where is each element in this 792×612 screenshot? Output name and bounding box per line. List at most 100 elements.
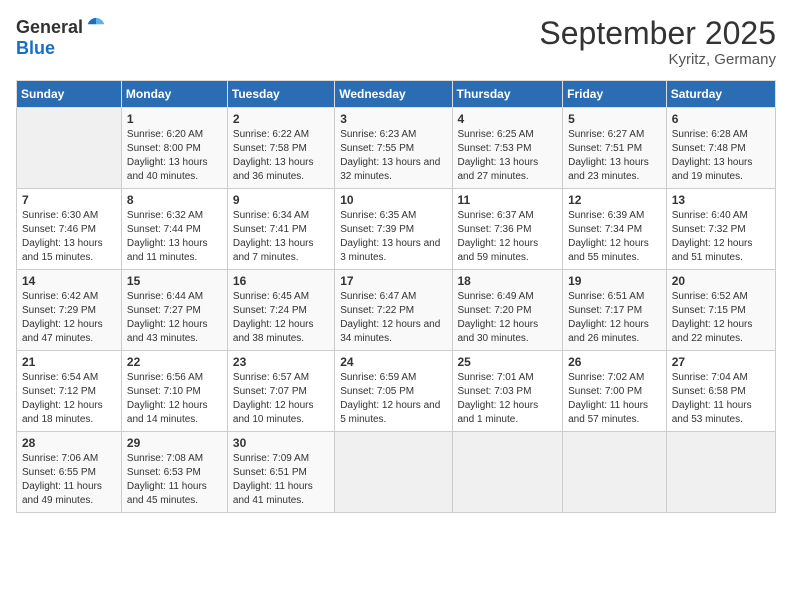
calendar-header-row: SundayMondayTuesdayWednesdayThursdayFrid… — [17, 81, 776, 108]
daylight-text: Daylight: 13 hours and 36 minutes. — [233, 156, 329, 184]
sunset-text: Sunset: 7:20 PM — [458, 304, 558, 318]
daylight-text: Daylight: 13 hours and 23 minutes. — [568, 156, 661, 184]
cell-content: Sunrise: 6:51 AM Sunset: 7:17 PM Dayligh… — [568, 290, 661, 346]
calendar-cell: 21 Sunrise: 6:54 AM Sunset: 7:12 PM Dayl… — [17, 351, 122, 432]
cell-content: Sunrise: 7:09 AM Sunset: 6:51 PM Dayligh… — [233, 452, 329, 508]
calendar-cell: 7 Sunrise: 6:30 AM Sunset: 7:46 PM Dayli… — [17, 189, 122, 270]
sunrise-text: Sunrise: 6:56 AM — [127, 371, 222, 385]
sunrise-text: Sunrise: 7:09 AM — [233, 452, 329, 466]
sunset-text: Sunset: 7:58 PM — [233, 142, 329, 156]
day-number: 19 — [568, 274, 661, 288]
calendar-week-row: 21 Sunrise: 6:54 AM Sunset: 7:12 PM Dayl… — [17, 351, 776, 432]
daylight-text: Daylight: 13 hours and 40 minutes. — [127, 156, 222, 184]
sunrise-text: Sunrise: 6:37 AM — [458, 209, 558, 223]
sunset-text: Sunset: 7:29 PM — [22, 304, 116, 318]
sunset-text: Sunset: 7:15 PM — [672, 304, 770, 318]
sunset-text: Sunset: 7:46 PM — [22, 223, 116, 237]
column-header-sunday: Sunday — [17, 81, 122, 108]
cell-content: Sunrise: 6:54 AM Sunset: 7:12 PM Dayligh… — [22, 371, 116, 427]
day-number: 6 — [672, 112, 770, 126]
day-number: 17 — [340, 274, 446, 288]
cell-content: Sunrise: 6:42 AM Sunset: 7:29 PM Dayligh… — [22, 290, 116, 346]
day-number: 4 — [458, 112, 558, 126]
calendar-cell: 23 Sunrise: 6:57 AM Sunset: 7:07 PM Dayl… — [227, 351, 334, 432]
daylight-text: Daylight: 12 hours and 26 minutes. — [568, 318, 661, 346]
logo-icon — [85, 16, 107, 38]
daylight-text: Daylight: 12 hours and 55 minutes. — [568, 237, 661, 265]
daylight-text: Daylight: 12 hours and 18 minutes. — [22, 399, 116, 427]
cell-content: Sunrise: 6:56 AM Sunset: 7:10 PM Dayligh… — [127, 371, 222, 427]
sunrise-text: Sunrise: 7:02 AM — [568, 371, 661, 385]
sunrise-text: Sunrise: 6:44 AM — [127, 290, 222, 304]
calendar-cell: 30 Sunrise: 7:09 AM Sunset: 6:51 PM Dayl… — [227, 432, 334, 513]
calendar-cell: 2 Sunrise: 6:22 AM Sunset: 7:58 PM Dayli… — [227, 108, 334, 189]
cell-content: Sunrise: 7:08 AM Sunset: 6:53 PM Dayligh… — [127, 452, 222, 508]
cell-content: Sunrise: 6:28 AM Sunset: 7:48 PM Dayligh… — [672, 128, 770, 184]
sunrise-text: Sunrise: 7:08 AM — [127, 452, 222, 466]
daylight-text: Daylight: 13 hours and 27 minutes. — [458, 156, 558, 184]
day-number: 28 — [22, 436, 116, 450]
column-header-saturday: Saturday — [666, 81, 775, 108]
daylight-text: Daylight: 12 hours and 14 minutes. — [127, 399, 222, 427]
sunset-text: Sunset: 7:32 PM — [672, 223, 770, 237]
day-number: 22 — [127, 355, 222, 369]
logo: General Blue — [16, 16, 107, 59]
sunset-text: Sunset: 7:39 PM — [340, 223, 446, 237]
sunset-text: Sunset: 7:12 PM — [22, 385, 116, 399]
calendar-cell: 4 Sunrise: 6:25 AM Sunset: 7:53 PM Dayli… — [452, 108, 563, 189]
sunset-text: Sunset: 7:51 PM — [568, 142, 661, 156]
sunset-text: Sunset: 7:10 PM — [127, 385, 222, 399]
sunrise-text: Sunrise: 6:30 AM — [22, 209, 116, 223]
day-number: 11 — [458, 193, 558, 207]
calendar-cell — [17, 108, 122, 189]
calendar-cell: 20 Sunrise: 6:52 AM Sunset: 7:15 PM Dayl… — [666, 270, 775, 351]
day-number: 25 — [458, 355, 558, 369]
day-number: 10 — [340, 193, 446, 207]
sunrise-text: Sunrise: 6:27 AM — [568, 128, 661, 142]
day-number: 1 — [127, 112, 222, 126]
cell-content: Sunrise: 6:39 AM Sunset: 7:34 PM Dayligh… — [568, 209, 661, 265]
sunrise-text: Sunrise: 6:39 AM — [568, 209, 661, 223]
column-header-friday: Friday — [563, 81, 667, 108]
page-header: General Blue September 2025 Kyritz, Germ… — [16, 16, 776, 68]
cell-content: Sunrise: 6:35 AM Sunset: 7:39 PM Dayligh… — [340, 209, 446, 265]
day-number: 7 — [22, 193, 116, 207]
sunrise-text: Sunrise: 6:20 AM — [127, 128, 222, 142]
daylight-text: Daylight: 11 hours and 53 minutes. — [672, 399, 770, 427]
sunrise-text: Sunrise: 6:25 AM — [458, 128, 558, 142]
calendar-cell: 24 Sunrise: 6:59 AM Sunset: 7:05 PM Dayl… — [335, 351, 452, 432]
sunrise-text: Sunrise: 6:40 AM — [672, 209, 770, 223]
daylight-text: Daylight: 12 hours and 47 minutes. — [22, 318, 116, 346]
day-number: 27 — [672, 355, 770, 369]
cell-content: Sunrise: 7:01 AM Sunset: 7:03 PM Dayligh… — [458, 371, 558, 427]
day-number: 12 — [568, 193, 661, 207]
sunset-text: Sunset: 7:36 PM — [458, 223, 558, 237]
sunset-text: Sunset: 7:34 PM — [568, 223, 661, 237]
sunset-text: Sunset: 6:55 PM — [22, 466, 116, 480]
daylight-text: Daylight: 12 hours and 38 minutes. — [233, 318, 329, 346]
cell-content: Sunrise: 6:30 AM Sunset: 7:46 PM Dayligh… — [22, 209, 116, 265]
daylight-text: Daylight: 12 hours and 10 minutes. — [233, 399, 329, 427]
calendar-cell: 8 Sunrise: 6:32 AM Sunset: 7:44 PM Dayli… — [121, 189, 227, 270]
day-number: 18 — [458, 274, 558, 288]
sunrise-text: Sunrise: 6:57 AM — [233, 371, 329, 385]
cell-content: Sunrise: 6:49 AM Sunset: 7:20 PM Dayligh… — [458, 290, 558, 346]
sunrise-text: Sunrise: 6:45 AM — [233, 290, 329, 304]
daylight-text: Daylight: 13 hours and 19 minutes. — [672, 156, 770, 184]
sunset-text: Sunset: 7:22 PM — [340, 304, 446, 318]
calendar-week-row: 7 Sunrise: 6:30 AM Sunset: 7:46 PM Dayli… — [17, 189, 776, 270]
calendar-cell: 18 Sunrise: 6:49 AM Sunset: 7:20 PM Dayl… — [452, 270, 563, 351]
column-header-monday: Monday — [121, 81, 227, 108]
daylight-text: Daylight: 12 hours and 22 minutes. — [672, 318, 770, 346]
calendar-cell: 27 Sunrise: 7:04 AM Sunset: 6:58 PM Dayl… — [666, 351, 775, 432]
cell-content: Sunrise: 6:44 AM Sunset: 7:27 PM Dayligh… — [127, 290, 222, 346]
sunrise-text: Sunrise: 6:23 AM — [340, 128, 446, 142]
calendar-cell: 9 Sunrise: 6:34 AM Sunset: 7:41 PM Dayli… — [227, 189, 334, 270]
daylight-text: Daylight: 13 hours and 11 minutes. — [127, 237, 222, 265]
daylight-text: Daylight: 13 hours and 7 minutes. — [233, 237, 329, 265]
sunrise-text: Sunrise: 6:47 AM — [340, 290, 446, 304]
daylight-text: Daylight: 12 hours and 59 minutes. — [458, 237, 558, 265]
sunset-text: Sunset: 7:48 PM — [672, 142, 770, 156]
calendar-week-row: 14 Sunrise: 6:42 AM Sunset: 7:29 PM Dayl… — [17, 270, 776, 351]
day-number: 23 — [233, 355, 329, 369]
